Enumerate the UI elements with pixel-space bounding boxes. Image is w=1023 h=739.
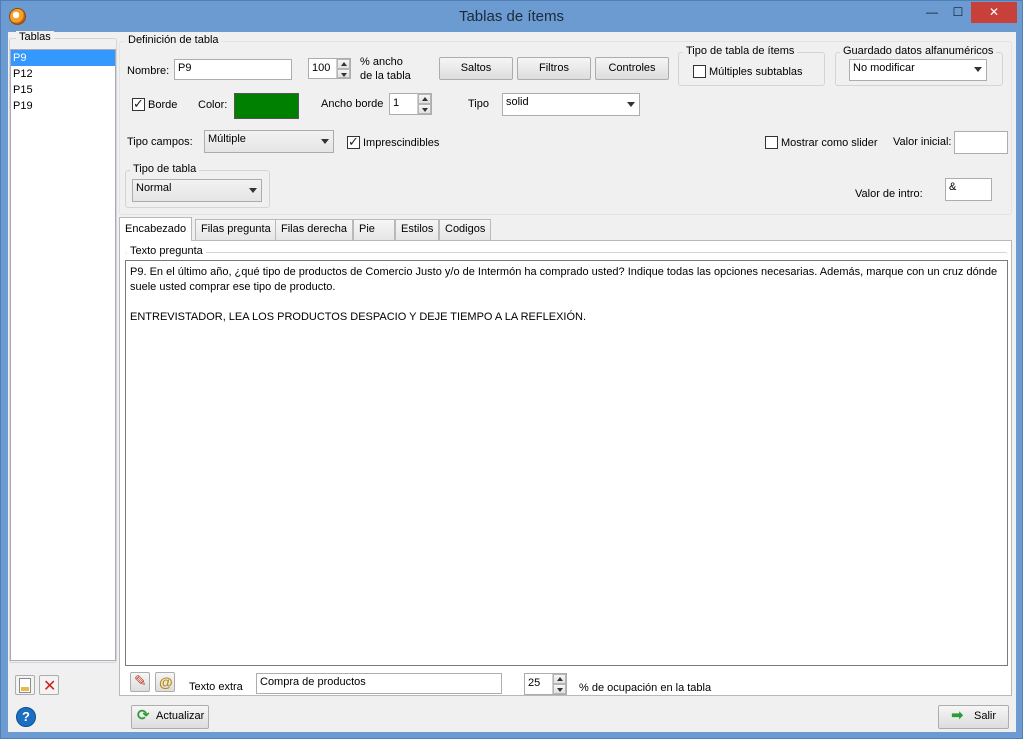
client-area: Tablas P9 P12 P15 P19 ✕ ? Definición de …	[8, 31, 1016, 732]
multiples-label: Múltiples subtablas	[709, 66, 803, 78]
delete-icon: ✕	[43, 678, 57, 695]
controles-button[interactable]: Controles	[595, 57, 669, 80]
border-width-value: 1	[393, 97, 400, 109]
borde-label: Borde	[148, 99, 178, 111]
color-swatch[interactable]	[234, 93, 299, 119]
insert-variable-button[interactable]: @	[155, 672, 175, 692]
pencil-icon: ✎	[134, 673, 147, 690]
chevron-down-icon	[627, 101, 635, 107]
at-sign-icon: @	[159, 674, 173, 690]
list-item[interactable]: P12	[11, 66, 115, 82]
occupancy-stepper[interactable]: 25	[524, 673, 567, 695]
stepper-up-icon[interactable]	[418, 94, 431, 104]
storage-label: Guardado datos alfanuméricos	[840, 45, 997, 57]
chevron-down-icon	[249, 187, 257, 193]
occupancy-value: 25	[528, 677, 541, 689]
list-item[interactable]: P9	[11, 50, 115, 66]
stepper-up-icon[interactable]	[337, 59, 350, 69]
tab-panel: Texto pregunta P9. En el último año, ¿qu…	[119, 240, 1012, 696]
stepper-up-icon[interactable]	[553, 674, 566, 684]
saltos-button[interactable]: Saltos	[439, 57, 513, 80]
border-width-stepper[interactable]: 1	[389, 93, 432, 115]
table-width-stepper[interactable]: 100	[308, 58, 351, 79]
table-width-value: 100	[312, 62, 331, 74]
tab-filas-pregunta[interactable]: Filas pregunta	[195, 219, 277, 240]
field-type-select[interactable]: Múltiple	[204, 130, 334, 153]
actualizar-label: Actualizar	[156, 710, 205, 722]
actualizar-button[interactable]: ⟳ Actualizar	[131, 705, 209, 729]
storage-select[interactable]: No modificar	[849, 59, 987, 81]
valor-inicial-field[interactable]	[954, 131, 1008, 154]
item-table-type-label: Tipo de tabla de ítems	[683, 45, 798, 57]
imprescindibles-label: Imprescindibles	[363, 137, 440, 149]
borde-checkbox[interactable]	[132, 96, 145, 112]
table-kind-value: Normal	[136, 182, 172, 194]
chevron-down-icon	[321, 138, 329, 144]
salir-label: Salir	[974, 710, 997, 722]
chevron-down-icon	[974, 67, 982, 72]
salir-button[interactable]: ➡ Salir	[938, 705, 1009, 729]
table-kind-select[interactable]: Normal	[132, 179, 262, 202]
app-window: Tablas de ítems — ☐ ✕ Tablas P9 P12 P15 …	[0, 0, 1023, 739]
list-item[interactable]: P19	[11, 98, 115, 114]
tables-list[interactable]: P9 P12 P15 P19	[10, 49, 116, 661]
tables-group-label: Tablas	[16, 31, 54, 43]
storage-value: No modificar	[853, 62, 915, 74]
slider-label: Mostrar como slider	[781, 137, 878, 149]
table-width-label-2: de la tabla	[360, 70, 411, 82]
help-button[interactable]: ?	[16, 707, 36, 727]
table-width-label-1: % ancho	[360, 56, 403, 68]
table-definition-label: Definición de tabla	[125, 34, 222, 46]
tipo-campos-label: Tipo campos:	[127, 136, 193, 148]
border-type-select[interactable]: solid	[502, 93, 640, 116]
valor-intro-field[interactable]: &	[945, 178, 992, 201]
maximize-button[interactable]: ☐	[945, 2, 971, 23]
extra-text-label: Texto extra	[189, 681, 243, 693]
valor-inicial-label: Valor inicial:	[893, 136, 952, 148]
stepper-down-icon[interactable]	[337, 68, 350, 78]
imprescindibles-checkbox[interactable]	[347, 134, 360, 150]
tab-pie[interactable]: Pie	[353, 219, 395, 240]
question-textarea[interactable]: P9. En el último año, ¿qué tipo de produ…	[125, 260, 1008, 666]
stepper-down-icon[interactable]	[553, 684, 566, 694]
table-kind-label: Tipo de tabla	[130, 163, 200, 175]
occupancy-label: % de ocupación en la tabla	[579, 682, 712, 694]
field-type-value: Múltiple	[208, 133, 246, 145]
tab-filas-derecha[interactable]: Filas derecha	[275, 219, 354, 240]
minimize-button[interactable]: —	[919, 2, 945, 23]
multiples-checkbox[interactable]	[693, 65, 706, 78]
color-label: Color:	[198, 99, 228, 111]
arrow-right-icon: ➡	[951, 707, 964, 724]
tab-codigos[interactable]: Codigos	[439, 219, 492, 240]
close-button[interactable]: ✕	[971, 2, 1017, 23]
delete-table-button[interactable]: ✕	[39, 675, 59, 695]
nombre-label: Nombre:	[127, 65, 170, 77]
ancho-borde-label: Ancho borde	[321, 98, 384, 110]
new-document-icon	[19, 678, 31, 693]
help-icon: ?	[22, 709, 30, 724]
slider-checkbox[interactable]	[765, 136, 778, 149]
valor-intro-label: Valor de intro:	[855, 188, 923, 200]
window-title: Tablas de ítems	[458, 8, 565, 25]
border-type-value: solid	[506, 96, 529, 108]
question-text-label: Texto pregunta	[127, 245, 206, 257]
refresh-icon: ⟳	[137, 707, 150, 724]
title-bar[interactable]: Tablas de ítems — ☐ ✕	[1, 1, 1022, 31]
edit-button[interactable]: ✎	[130, 672, 150, 692]
stepper-down-icon[interactable]	[418, 104, 431, 114]
new-table-button[interactable]	[15, 675, 35, 695]
nombre-field[interactable]: P9	[174, 59, 292, 80]
extra-text-field[interactable]: Compra de productos	[256, 673, 502, 694]
tipo-label: Tipo	[468, 98, 489, 110]
list-item[interactable]: P15	[11, 82, 115, 98]
filtros-button[interactable]: Filtros	[517, 57, 591, 80]
tab-encabezado[interactable]: Encabezado	[119, 217, 193, 241]
tab-estilos[interactable]: Estilos	[395, 219, 440, 240]
